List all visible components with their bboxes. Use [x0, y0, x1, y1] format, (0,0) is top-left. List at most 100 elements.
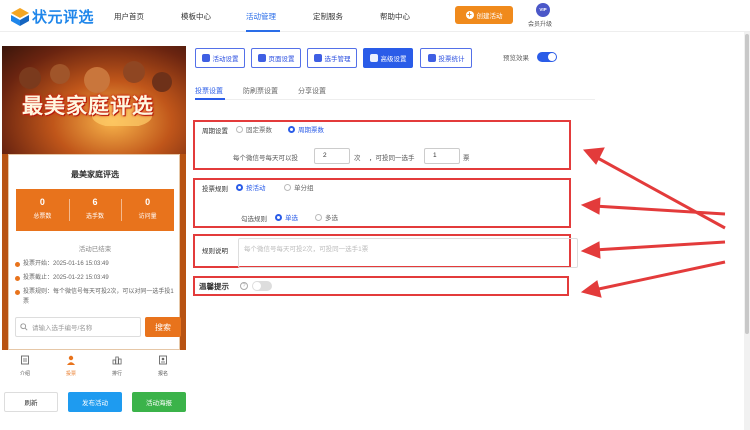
nav-active-underline [246, 30, 280, 32]
same-contestant-prefix: ，可投同一选手 [369, 155, 415, 162]
per-day-votes-input[interactable]: 2 [314, 148, 350, 164]
nav-item-template-center[interactable]: 模板中心 [181, 11, 211, 22]
radio-label: 按活动 [246, 185, 266, 192]
tab-intro[interactable]: 介绍 [2, 350, 48, 381]
radio-fixed-votes[interactable]: 固定票数 [236, 124, 272, 134]
info-text: 投票截止：2025-01-22 15:03:49 [23, 275, 109, 281]
create-activity-label: 创建活动 [476, 13, 503, 20]
rule-description-label: 规则说明 [202, 248, 228, 255]
refresh-button[interactable]: 刷新 [4, 392, 58, 412]
preview-effect-switch[interactable] [537, 52, 557, 62]
page-icon [257, 54, 266, 62]
preview-banner-image: 最美家庭评选 [2, 46, 186, 154]
stat-contestants: 6 选手数 [68, 189, 122, 231]
contestant-management-button[interactable]: 选手管理 [307, 48, 357, 68]
info-vote-rule: 投票规则：每个微信号每天可投2次，可以对同一选手投1票 [15, 287, 175, 307]
radio-circle [236, 125, 243, 133]
subtab-vote-settings[interactable]: 投票设置 [195, 86, 223, 96]
arrow-head-icon [580, 241, 601, 259]
person-icon [67, 355, 75, 365]
stat-value: 6 [92, 197, 98, 207]
brand-logo[interactable]: 状元评选 [10, 6, 94, 27]
stat-value: 0 [39, 197, 45, 207]
page-scrollbar[interactable] [744, 32, 750, 430]
search-placeholder: 请输入选手编号/名称 [32, 325, 93, 332]
plus-icon: + [465, 10, 474, 19]
arrow-head-icon [580, 280, 602, 298]
same-contestant-votes-input[interactable]: 1 [424, 148, 460, 164]
radio-label: 单分组 [294, 185, 314, 192]
nav-item-activity-management[interactable]: 活动管理 [246, 11, 276, 22]
activity-title: 最美家庭评选 [71, 170, 119, 179]
tab-label: 投票 [65, 371, 76, 377]
radio-label: 多选 [325, 215, 338, 222]
sliders-icon [369, 54, 378, 62]
toolbar-label: 页面设置 [268, 56, 295, 63]
radio-multi-choice[interactable]: 多选 [315, 212, 338, 222]
nav-item-user-home[interactable]: 用户首页 [114, 11, 144, 22]
nav-item-help-center[interactable]: 帮助中心 [380, 11, 410, 22]
help-icon[interactable]: ? [240, 282, 248, 290]
rule-description-textarea[interactable]: 每个微信号每天可投2次，可投同一选手1票 [238, 238, 578, 268]
tab-ranking[interactable]: 排行 [94, 350, 140, 381]
per-day-unit: 次 [354, 155, 361, 162]
document-icon [21, 355, 29, 365]
radio-cycle-votes[interactable]: 周期票数 [288, 124, 324, 134]
activity-card: 最美家庭评选 0 总票数 6 选手数 0 访问量 活动已结束 投票开始：2025… [8, 154, 181, 350]
toolbar-label: 投票统计 [438, 56, 465, 63]
phone-preview: 最美家庭评选 最美家庭评选 0 总票数 6 选手数 0 访问量 活动已结束 投票… [2, 46, 186, 381]
signup-icon [159, 355, 167, 365]
radio-by-activity[interactable]: 按活动 [236, 182, 266, 192]
page-settings-button[interactable]: 页面设置 [251, 48, 301, 68]
toolbar-label: 活动设置 [212, 56, 239, 63]
bullet-icon [15, 275, 20, 281]
vote-statistics-button[interactable]: 投票统计 [420, 48, 472, 68]
bar-chart-icon [427, 54, 436, 62]
advanced-settings-button[interactable]: 高级设置 [363, 48, 413, 68]
stats-bar: 0 总票数 6 选手数 0 访问量 [16, 189, 174, 231]
radio-label: 单选 [285, 215, 298, 222]
ranking-icon [112, 356, 122, 365]
search-icon [20, 323, 28, 331]
radio-label: 周期票数 [298, 127, 324, 134]
scrollbar-thumb[interactable] [745, 34, 749, 334]
publish-activity-button[interactable]: 发布活动 [68, 392, 122, 412]
info-vote-start: 投票开始：2025-01-16 15:03:49 [15, 259, 175, 269]
radio-label: 固定票数 [246, 127, 272, 134]
vip-upgrade[interactable]: VIP 会员升级 [528, 3, 558, 28]
activity-status: 活动已结束 [78, 246, 112, 253]
tab-vote[interactable]: 投票 [48, 350, 94, 381]
tab-signup[interactable]: 报名 [140, 350, 186, 381]
preview-effect-label: 预览效果 [503, 55, 529, 62]
top-navigation: 状元评选 用户首页 模板中心 活动管理 定制服务 帮助中心 + 创建活动 VIP… [0, 0, 750, 32]
activity-poster-button[interactable]: 活动海报 [132, 392, 186, 412]
brand-name: 状元评选 [32, 8, 95, 26]
info-vote-end: 投票截止：2025-01-22 15:03:49 [15, 273, 175, 283]
toolbar-label: 高级设置 [380, 56, 407, 63]
subtab-share-settings[interactable]: 分享设置 [298, 86, 326, 96]
search-button[interactable]: 搜索 [145, 317, 181, 337]
info-text: 投票开始：2025-01-16 15:03:49 [23, 261, 109, 267]
users-icon [313, 54, 322, 62]
banner-title: 最美家庭评选 [22, 93, 154, 118]
info-text: 投票规则：每个微信号每天可投2次，可以对同一选手投1票 [23, 289, 174, 305]
create-activity-button[interactable]: + 创建活动 [455, 6, 513, 24]
vote-rule-label: 投票规则 [202, 186, 228, 193]
radio-circle [288, 125, 295, 133]
nav-item-custom-service[interactable]: 定制服务 [313, 11, 343, 22]
stat-label: 选手数 [86, 214, 105, 220]
warm-tip-switch[interactable] [252, 281, 272, 291]
subtab-anti-fraud[interactable]: 防刷票设置 [243, 86, 278, 96]
radio-by-group[interactable]: 单分组 [284, 182, 314, 192]
radio-single-choice[interactable]: 单选 [275, 212, 298, 222]
activity-settings-button[interactable]: 活动设置 [195, 48, 245, 68]
stat-label: 访问量 [138, 214, 157, 220]
stat-label: 总票数 [33, 214, 52, 220]
check-rule-label: 勾选规则 [241, 216, 267, 223]
radio-circle [275, 213, 282, 221]
annotation-box-tip [193, 276, 569, 296]
tab-label: 介绍 [19, 371, 30, 377]
contestant-search-input[interactable]: 请输入选手编号/名称 [15, 317, 141, 337]
stat-total-votes: 0 总票数 [16, 189, 69, 231]
subtab-active-underline [195, 98, 225, 100]
